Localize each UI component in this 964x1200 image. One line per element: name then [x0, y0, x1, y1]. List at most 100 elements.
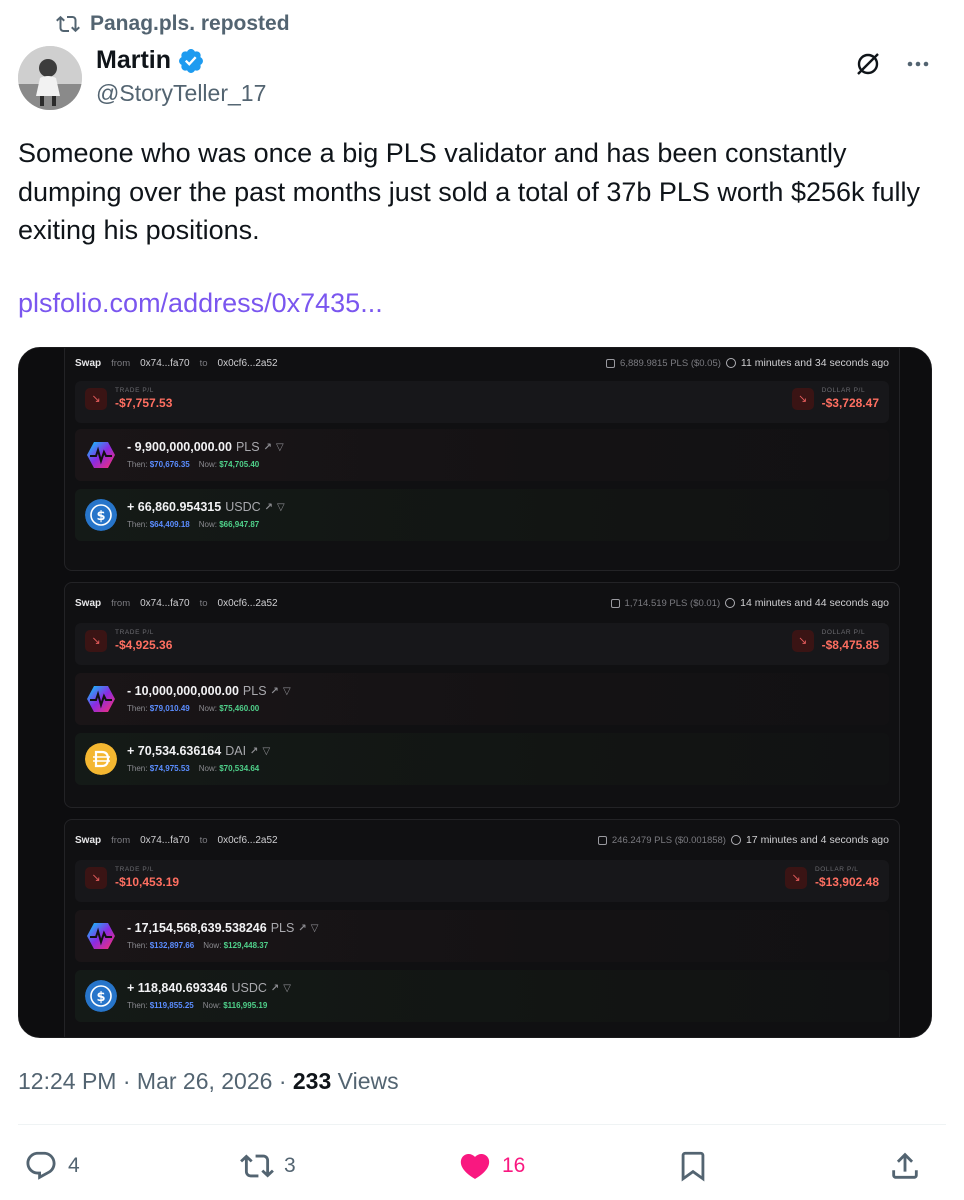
pl-row: ↘ TRADE P/L -$7,757.53 ↘ DOLLAR P/L -$3,…	[75, 381, 889, 423]
now-label: Now:	[198, 520, 217, 529]
from-label: from	[111, 597, 131, 609]
trade-pl-value: -$10,453.19	[115, 875, 180, 889]
usdc-token-icon: $	[85, 499, 117, 531]
repost-count: 3	[284, 1154, 296, 1177]
trend-down-icon: ↘	[85, 866, 107, 889]
now-value: $129,448.37	[223, 941, 269, 950]
swap-time: 17 minutes and 4 seconds ago	[745, 834, 889, 846]
swap-header: Swap from 0x74...fa70 to 0x0cf6...2a52 2…	[75, 832, 889, 848]
to-address[interactable]: 0x0cf6...2a52	[218, 835, 278, 846]
pl-row: ↘ TRADE P/L -$4,925.36 ↘ DOLLAR P/L -$8,…	[75, 623, 889, 665]
token-amount: + 66,860.954315	[127, 500, 222, 514]
external-link-icon[interactable]: ↗	[265, 502, 273, 513]
clock-icon	[730, 835, 741, 845]
token-amount: + 70,534.636164	[127, 744, 222, 758]
sell-token-row: - 10,000,000,000.00 PLS ↗ ▽ Then: $79,01…	[75, 673, 889, 725]
repost-button[interactable]: 3	[240, 1149, 296, 1183]
gas-fee: 1,714.519 PLS ($0.01)	[624, 597, 721, 609]
reply-button[interactable]: 4	[24, 1149, 80, 1183]
filter-icon[interactable]: ▽	[283, 686, 291, 697]
now-label: Now:	[198, 704, 217, 713]
token-symbol: USDC	[231, 981, 267, 995]
tweet-date[interactable]: Mar 26, 2026	[137, 1068, 273, 1094]
token-symbol: DAI	[225, 744, 247, 758]
more-icon[interactable]	[904, 50, 932, 78]
now-value: $70,534.64	[219, 764, 260, 773]
token-symbol: PLS	[270, 921, 295, 935]
from-address[interactable]: 0x74...fa70	[140, 835, 189, 846]
now-label: Now:	[198, 460, 217, 469]
clock-icon	[725, 358, 736, 368]
buy-token-row: + 70,534.636164 DAI ↗ ▽ Then: $74,975.53…	[75, 733, 889, 785]
external-link-icon[interactable]: ↗	[250, 746, 258, 757]
tweet-text: Someone who was once a big PLS validator…	[18, 138, 921, 245]
filter-icon[interactable]: ▽	[276, 442, 284, 453]
external-link-icon[interactable]: ↗	[298, 923, 306, 934]
avatar[interactable]	[18, 46, 82, 110]
dollar-pl-label: DOLLAR P/L	[821, 387, 866, 394]
bookmark-button[interactable]	[676, 1149, 710, 1183]
top-actions	[854, 50, 932, 78]
repost-indicator[interactable]: Panag.pls. reposted	[56, 12, 290, 36]
like-button[interactable]: 16	[458, 1149, 525, 1183]
then-label: Then:	[127, 460, 148, 469]
from-label: from	[111, 357, 131, 369]
filter-icon[interactable]: ▽	[283, 983, 291, 994]
views-count: 233	[292, 1068, 332, 1094]
swap-time: 14 minutes and 44 seconds ago	[740, 597, 889, 609]
pls-token-icon	[87, 442, 115, 468]
from-address[interactable]: 0x74...fa70	[140, 358, 189, 369]
grok-icon[interactable]	[854, 50, 882, 78]
then-value: $119,855.25	[149, 1001, 194, 1010]
tweet-media[interactable]: Swap from 0x74...fa70 to 0x0cf6...2a52 6…	[18, 347, 932, 1038]
swap-card: Swap from 0x74...fa70 to 0x0cf6...2a52 6…	[64, 348, 900, 571]
token-amount: + 118,840.693346	[127, 981, 228, 995]
bookmark-icon	[681, 1151, 705, 1182]
external-link-icon[interactable]: ↗	[271, 686, 279, 697]
to-address[interactable]: 0x0cf6...2a52	[218, 598, 278, 609]
reply-icon	[26, 1151, 56, 1180]
to-address[interactable]: 0x0cf6...2a52	[218, 358, 278, 369]
from-address[interactable]: 0x74...fa70	[140, 598, 189, 609]
trend-down-icon: ↘	[85, 629, 107, 652]
swap-header: Swap from 0x74...fa70 to 0x0cf6...2a52 6…	[75, 355, 889, 371]
divider	[18, 1124, 946, 1125]
trend-down-icon: ↘	[791, 387, 814, 410]
meta-separator: ·	[278, 1068, 287, 1094]
buy-token-row: $ + 118,840.693346 USDC ↗ ▽ Then: $119,8…	[75, 970, 889, 1022]
dai-token-icon	[85, 743, 117, 775]
now-label: Now:	[202, 1001, 221, 1010]
share-button[interactable]	[888, 1149, 922, 1183]
buy-token-row: $ + 66,860.954315 USDC ↗ ▽ Then: $64,409…	[75, 489, 889, 541]
then-value: $79,010.49	[149, 704, 190, 713]
filter-icon[interactable]: ▽	[262, 746, 270, 757]
gas-icon	[597, 835, 607, 845]
then-value: $74,975.53	[149, 764, 190, 773]
usdc-token-icon: $	[85, 980, 117, 1012]
author-handle[interactable]: @StoryTeller_17	[96, 80, 266, 107]
now-value: $66,947.87	[219, 520, 260, 529]
token-amount: - 17,154,568,639.538246	[127, 921, 267, 935]
now-value: $116,995.19	[223, 1001, 268, 1010]
external-link-icon[interactable]: ↗	[264, 442, 272, 453]
tweet-time[interactable]: 12:24 PM	[18, 1068, 116, 1094]
now-label: Now:	[203, 941, 222, 950]
author-name-row[interactable]: Martin	[96, 46, 205, 75]
filter-icon[interactable]: ▽	[311, 923, 319, 934]
swap-header: Swap from 0x74...fa70 to 0x0cf6...2a52 1…	[75, 595, 889, 611]
now-value: $75,460.00	[219, 704, 260, 713]
filter-icon[interactable]: ▽	[277, 502, 285, 513]
swap-label: Swap	[75, 834, 102, 846]
external-link-icon[interactable]: ↗	[271, 983, 279, 994]
trade-pl-label: TRADE P/L	[115, 866, 154, 873]
from-label: from	[111, 834, 131, 846]
trade-pl-label: TRADE P/L	[115, 629, 154, 636]
then-value: $132,897.66	[149, 941, 195, 950]
tweet-link[interactable]: plsfolio.com/address/0x7435...	[18, 288, 383, 319]
token-amount: - 10,000,000,000.00	[127, 684, 239, 698]
token-symbol: PLS	[235, 440, 260, 454]
sell-token-row: - 17,154,568,639.538246 PLS ↗ ▽ Then: $1…	[75, 910, 889, 962]
gas-icon	[606, 358, 616, 368]
repost-icon	[56, 15, 80, 33]
author-name[interactable]: Martin	[96, 46, 171, 75]
